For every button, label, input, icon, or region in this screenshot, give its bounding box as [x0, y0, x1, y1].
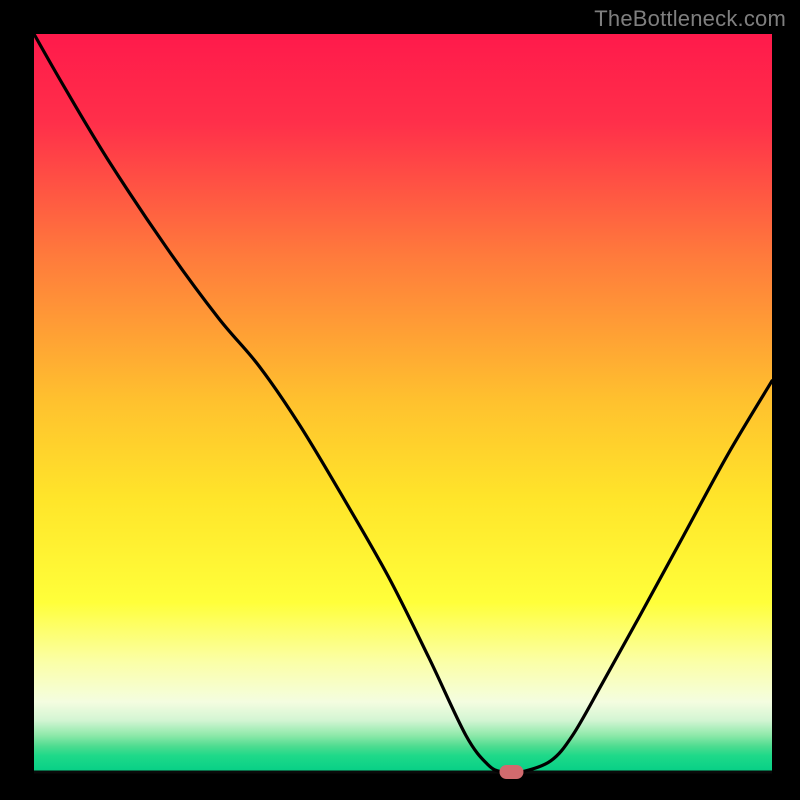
watermark-text: TheBottleneck.com — [594, 6, 786, 32]
bottleneck-chart — [0, 0, 800, 800]
optimum-marker — [499, 765, 523, 779]
plot-background — [34, 34, 772, 772]
chart-frame: TheBottleneck.com — [0, 0, 800, 800]
